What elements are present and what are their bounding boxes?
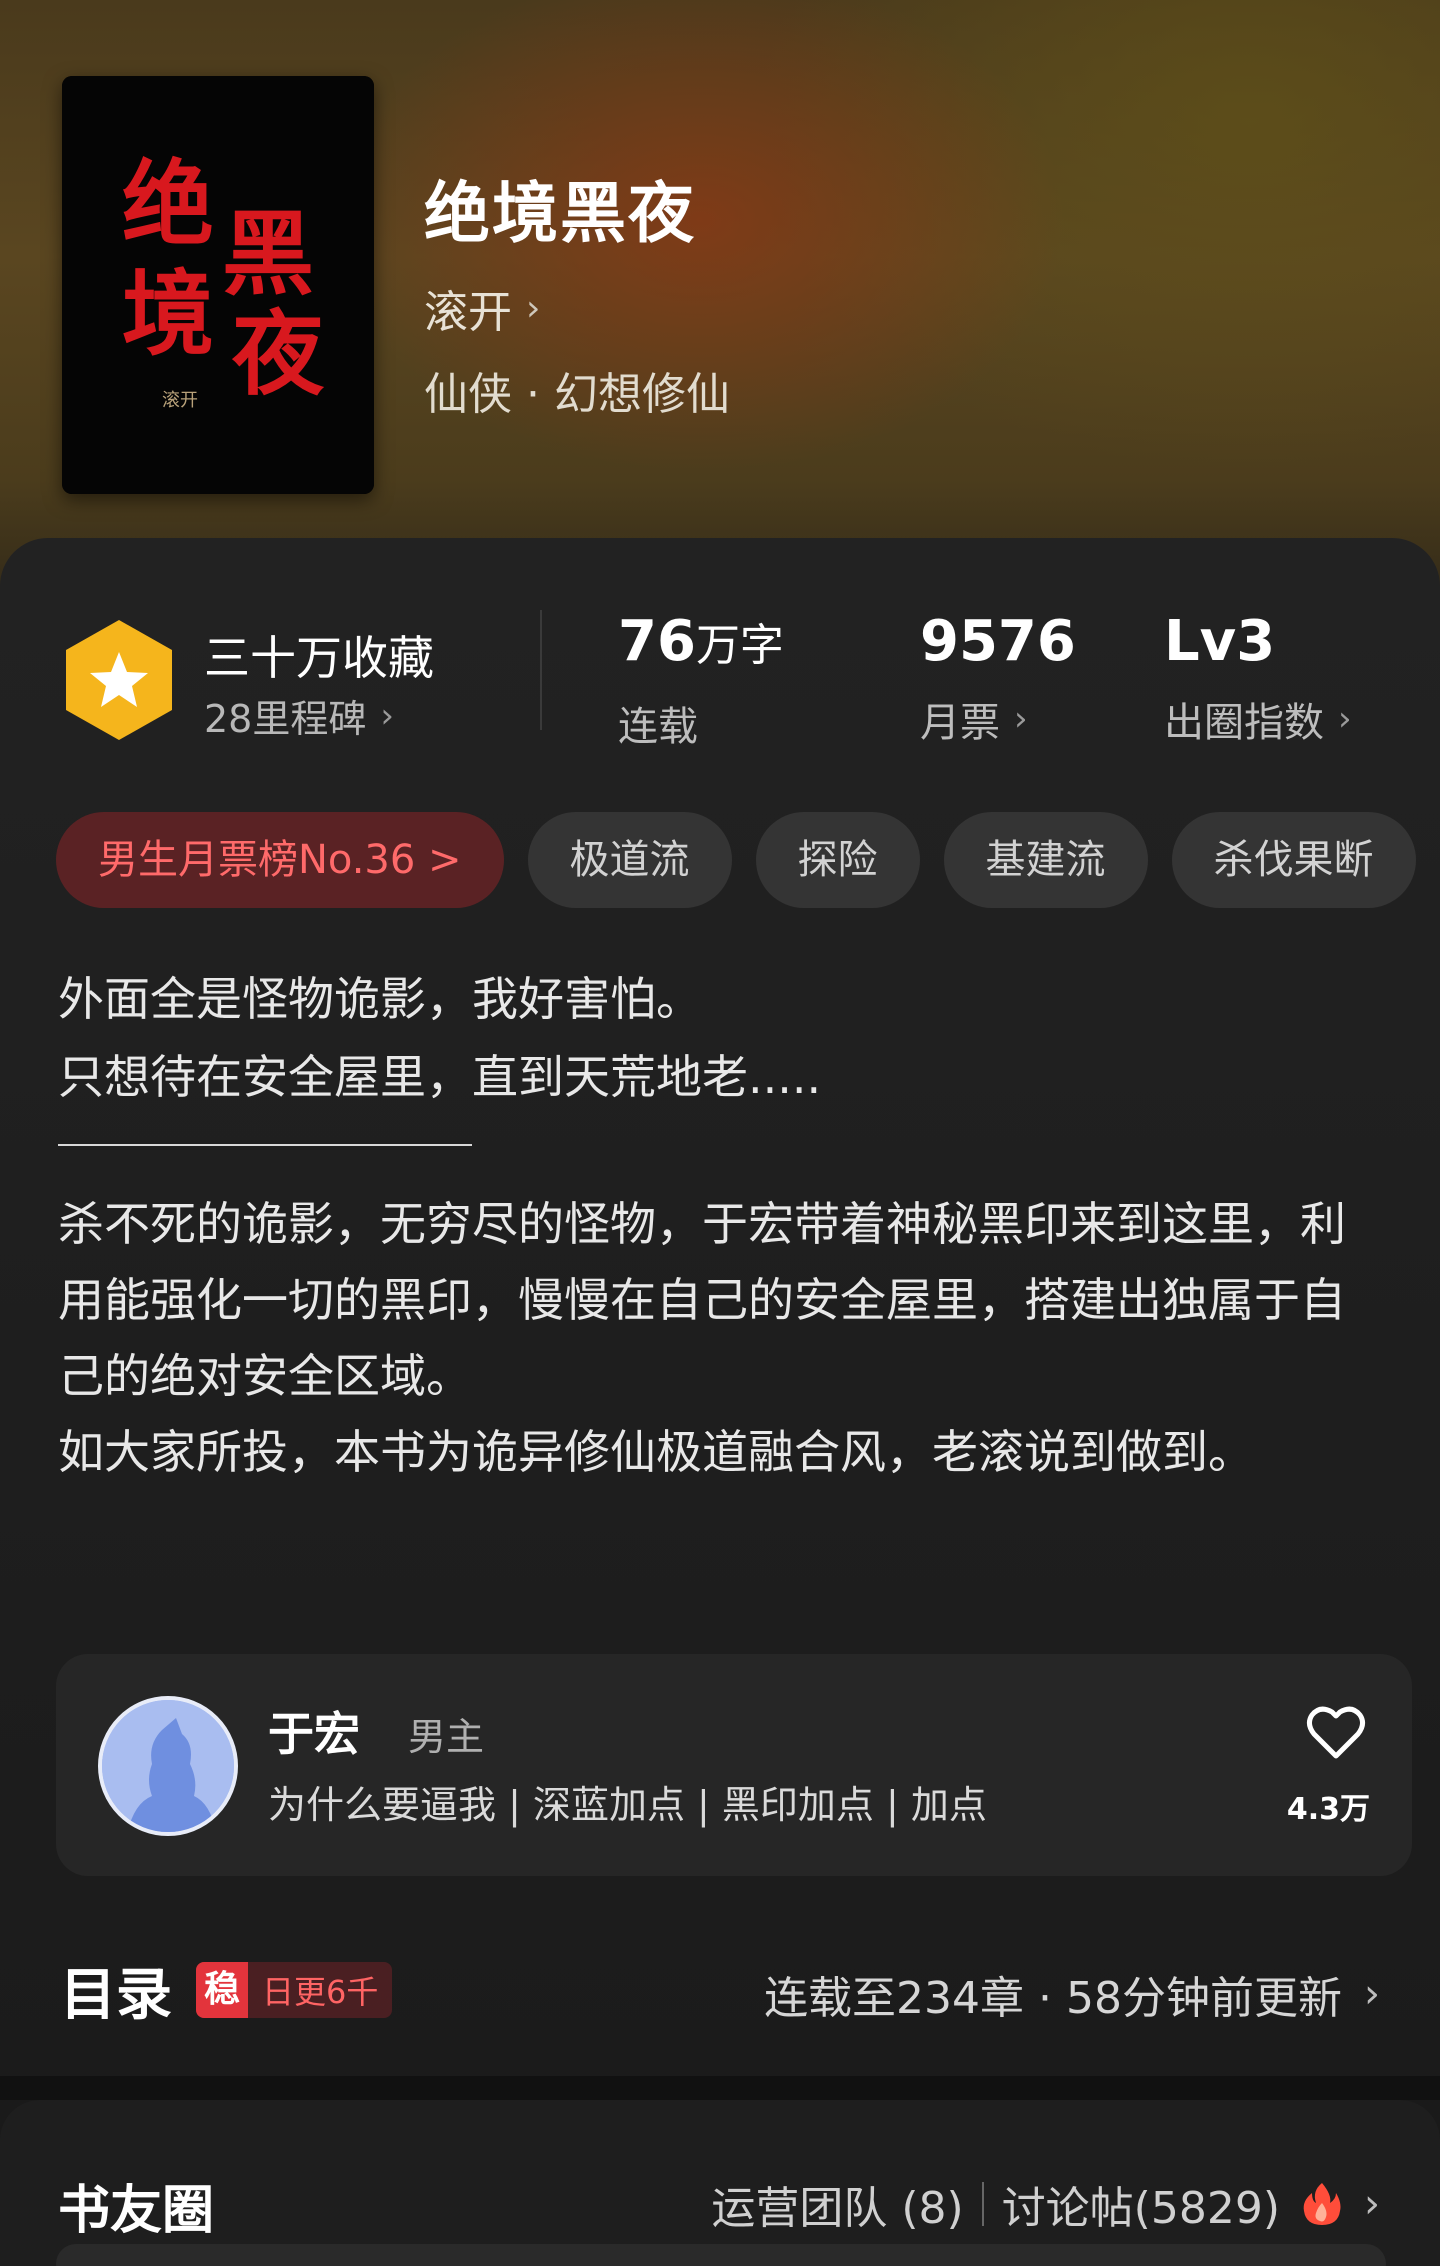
milestones-label: 28里程碑 (204, 697, 367, 741)
community-preview[interactable] (56, 2244, 1386, 2266)
intro-text: 外面全是怪物诡影，我好害怕。 只想待在安全屋里，直到天荒地老..... (58, 960, 1388, 1116)
toc-update-info: 连载至234章 · 58分钟前更新 (764, 1973, 1342, 2024)
chevron-right-icon: › (1338, 699, 1352, 739)
book-title: 绝境黑夜 (424, 175, 696, 252)
book-cover-art: 绝 黑 境 夜 滚开 (62, 76, 374, 494)
monthly-tickets-stat[interactable]: 9576 月票 › (920, 606, 1076, 748)
author-name: 滚开 (424, 287, 512, 338)
word-count-stat: 76万字 连载 (618, 606, 784, 752)
popularity-index-stat[interactable]: Lv3 出圈指数 › (1164, 606, 1352, 748)
book-description[interactable]: 杀不死的诡影，无穷尽的怪物，于宏带着神秘黑印来到这里，利用能强化一切的黑印，慢慢… (58, 1186, 1388, 1490)
chevron-right-icon: › (1364, 1971, 1380, 2017)
character-tags: 为什么要逼我 | 深蓝加点 | 黑印加点 | 加点 (268, 1783, 987, 1827)
chevron-right-icon: › (526, 287, 541, 329)
table-of-contents-row[interactable]: 目录 稳 日更6千 连载至234章 · 58分钟前更新 › (0, 1940, 1440, 2040)
star-icon (66, 620, 172, 740)
heart-icon[interactable] (1306, 1704, 1366, 1760)
milestones-link[interactable]: 28里程碑 › (204, 688, 394, 743)
favorites-count: 三十万收藏 (204, 631, 434, 685)
description-paragraph: 如大家所投，本书为诡异修仙极道融合风，老滚说到做到。 (58, 1425, 1254, 1479)
section-gap (0, 2076, 1440, 2100)
popularity-index-label: 出圈指数 (1164, 700, 1324, 746)
cover-char-1: 绝 (122, 150, 214, 258)
genre-label: 仙侠 · 幻想修仙 (424, 369, 730, 420)
toc-status: 连载至234章 · 58分钟前更新 › (764, 1962, 1380, 2026)
operations-team-link[interactable]: 运营团队 (8) (711, 2172, 963, 2236)
word-count-value: 76 (618, 609, 696, 674)
intro-separator (58, 1144, 472, 1146)
intro-line: 只想待在安全屋里，直到天荒地老..... (58, 1050, 822, 1104)
stable-icon: 稳 (196, 1962, 249, 2018)
tag-item[interactable]: 探险 (755, 812, 920, 908)
popularity-level-value: Lv3 (1164, 609, 1276, 674)
stats-divider (540, 610, 542, 730)
author-link[interactable]: 滚开 › (424, 276, 540, 340)
community-title: 书友圈 (58, 2181, 215, 2241)
book-cover[interactable]: 绝 黑 境 夜 滚开 (62, 76, 374, 494)
character-role: 男主 (408, 1715, 485, 1759)
monthly-tickets-value: 9576 (920, 609, 1076, 674)
tag-item[interactable]: 基建流 (943, 812, 1148, 908)
fire-icon (1303, 2183, 1341, 2225)
monthly-tickets-label: 月票 (920, 700, 1000, 746)
description-paragraph: 杀不死的诡影，无穷尽的怪物，于宏带着神秘黑印来到这里，利用能强化一切的黑印，慢慢… (58, 1197, 1346, 1403)
divider (981, 2182, 984, 2226)
word-count-unit: 万字 (695, 620, 784, 671)
community-links[interactable]: 运营团队 (8) 讨论帖(5829) › (711, 2172, 1380, 2236)
tag-item[interactable]: 极道流 (527, 812, 732, 908)
tag-rank[interactable]: 男生月票榜No.36 > (56, 812, 504, 908)
chevron-right-icon: › (380, 695, 394, 736)
character-silhouette (102, 1700, 234, 1832)
chevron-right-icon: › (1014, 699, 1028, 739)
intro-line: 外面全是怪物诡影，我好害怕。 (58, 972, 702, 1026)
discussion-posts-link[interactable]: 讨论帖(5829) (1002, 2172, 1280, 2236)
cover-char-3: 黑 (222, 200, 314, 308)
tag-list: 男生月票榜No.36 > 极道流 探险 基建流 杀伐果断 (56, 812, 1440, 912)
word-count-label: 连载 (618, 704, 698, 750)
update-badge: 稳 日更6千 (196, 1962, 393, 2018)
chevron-right-icon: › (1364, 2181, 1380, 2227)
tag-item[interactable]: 杀伐果断 (1171, 812, 1416, 908)
update-frequency: 日更6千 (262, 1973, 379, 2011)
like-count: 4.3万 (1286, 1792, 1370, 1827)
cover-char-4: 夜 (231, 300, 325, 408)
cover-char-2: 境 (122, 260, 214, 368)
character-avatar (98, 1696, 238, 1836)
character-card[interactable]: 于宏 男主 为什么要逼我 | 深蓝加点 | 黑印加点 | 加点 4.3万 (56, 1654, 1412, 1876)
stats-row: 三十万收藏 28里程碑 › 76万字 连载 9576 月票 › Lv3 出圈指数 › (0, 600, 1440, 760)
cover-author: 滚开 (162, 390, 198, 411)
toc-title: 目录 (60, 1963, 172, 2028)
character-name: 于宏 (268, 1707, 360, 1761)
